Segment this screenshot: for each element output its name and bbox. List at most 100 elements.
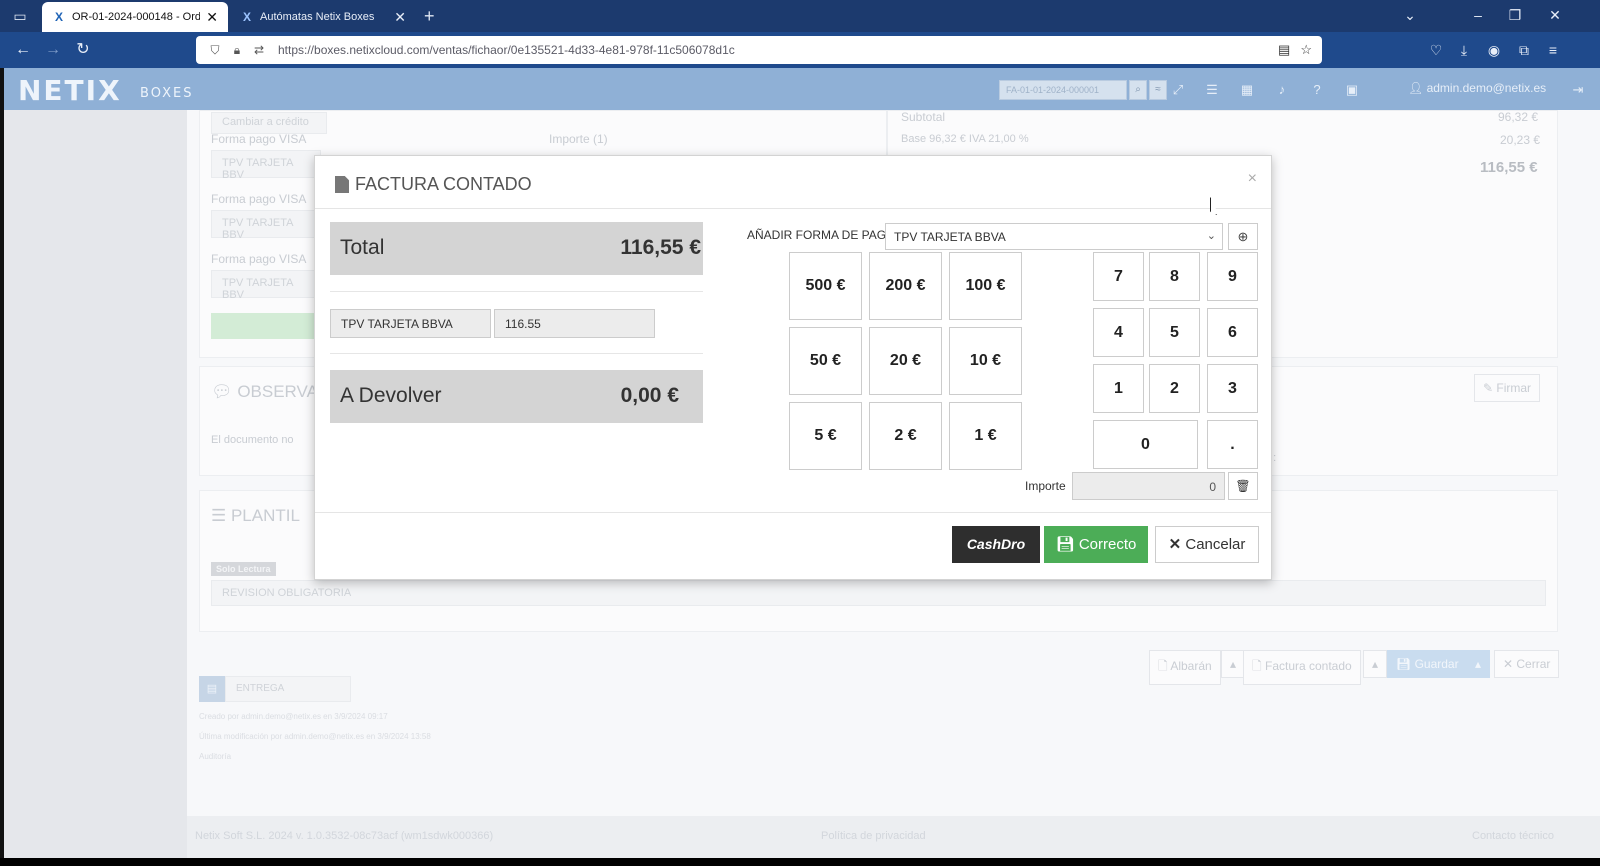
document-icon (335, 176, 349, 193)
payment-method-label: Forma pago VISA (211, 252, 307, 266)
restore-icon[interactable]: ❐ (1500, 4, 1530, 26)
user-menu[interactable]: 👤︎ admin.demo@netix.es (1408, 81, 1546, 95)
chevron-down-icon[interactable]: ⌄ (1395, 4, 1425, 26)
total-bg-value: 116,55 € (1480, 159, 1538, 176)
chevron-down-icon: ⌄ (1206, 230, 1216, 242)
payment-line-amount[interactable]: 116.55 (494, 309, 655, 338)
keypad-9[interactable]: 9 (1207, 252, 1258, 301)
delivery-note-button[interactable]: 🗋︎ Albarán (1149, 650, 1221, 685)
keypad-8[interactable]: 8 (1149, 252, 1200, 301)
cancel-button[interactable]: ✕ Cancelar (1155, 526, 1259, 563)
close-button[interactable]: ✕ Cerrar (1494, 650, 1560, 678)
delivery-note-dropdown[interactable]: ▴ (1221, 650, 1246, 678)
reader-view-icon[interactable]: ▤ (1278, 42, 1290, 58)
payment-method-select[interactable]: TPV TARJETA BBV (211, 210, 321, 241)
browser-tab-inactive[interactable]: X Autómatas Netix Boxes ✕ (230, 2, 416, 32)
logout-icon[interactable]: ⇥ (1568, 80, 1588, 100)
keypad-0[interactable]: 0 (1093, 420, 1198, 469)
payment-method-select[interactable]: TPV TARJETA BBV (211, 270, 321, 301)
delivery-note-label: Albarán (1170, 659, 1212, 673)
observations-heading: 💬︎ OBSERVA (211, 382, 318, 401)
modal-close-icon[interactable]: × (1248, 170, 1257, 188)
minimize-icon[interactable]: – (1463, 4, 1493, 26)
search-icon[interactable]: ⌕ (1129, 80, 1147, 100)
money-5-button[interactable]: 5 € (789, 402, 862, 470)
new-tab-icon[interactable]: + (424, 6, 435, 26)
tech-contact-link[interactable]: Contacto técnico (1472, 830, 1554, 842)
forward-icon[interactable]: → (42, 40, 64, 60)
money-2-button[interactable]: 2 € (869, 402, 942, 470)
privacy-link[interactable]: Política de privacidad (821, 830, 926, 842)
keypad-3[interactable]: 3 (1207, 364, 1258, 413)
save-button[interactable]: 💾︎ Guardar (1387, 650, 1468, 678)
back-icon[interactable]: ← (12, 40, 34, 60)
confirm-button[interactable]: 💾︎ Correcto (1044, 526, 1148, 563)
pocket-icon[interactable]: ♡ (1425, 40, 1447, 60)
status-select[interactable]: ENTREGA (225, 676, 351, 702)
cashdro-button[interactable]: CashDro (952, 526, 1040, 563)
add-payment-bg-button[interactable] (211, 313, 321, 339)
save-label: Guardar (1414, 657, 1459, 671)
list-icon[interactable]: ☰ (1202, 80, 1222, 100)
money-20-button[interactable]: 20 € (869, 327, 942, 395)
money-200-button[interactable]: 200 € (869, 252, 942, 320)
modified-by-text: Última modificación por admin.demo@netix… (199, 732, 431, 741)
tab-list-icon[interactable]: ▭ (8, 6, 32, 26)
sign-label: Firmar (1496, 381, 1532, 395)
document-search-input[interactable]: FA-01-01-2024-000001 (999, 80, 1127, 100)
download-icon[interactable]: ⤓ (1453, 40, 1475, 60)
payment-method-select[interactable]: TPV TARJETA BBV (211, 150, 321, 181)
keypad-4[interactable]: 4 (1093, 308, 1144, 357)
cash-invoice-button[interactable]: 🗋︎ Factura contado (1243, 650, 1361, 685)
expand-icon[interactable]: ⤢ (1168, 80, 1188, 100)
save-dropdown[interactable]: ▴ (1466, 650, 1491, 678)
url-text[interactable]: https://boxes.netixcloud.com/ventas/fich… (278, 43, 1268, 57)
reload-icon[interactable]: ↻ (72, 40, 94, 60)
money-50-button[interactable]: 50 € (789, 327, 862, 395)
menu-icon[interactable]: ≡ (1542, 40, 1564, 60)
modal-title: FACTURA CONTADO (335, 174, 532, 195)
payment-method-label: Forma pago VISA (211, 192, 307, 206)
bell-icon[interactable]: ♪ (1272, 80, 1292, 100)
permissions-icon[interactable]: ⇄ (250, 43, 268, 57)
tab-close-icon[interactable]: ✕ (394, 10, 406, 24)
template-select[interactable]: REVISION OBLIGATORIA (211, 580, 1546, 606)
read-only-badge: Solo Lectura (211, 562, 276, 576)
tab-close-icon[interactable]: ✕ (206, 10, 218, 24)
audit-link[interactable]: Auditoría (199, 752, 231, 761)
total-box: Total 116,55 € (330, 222, 703, 275)
money-1-button[interactable]: 1 € (949, 402, 1022, 470)
sign-button[interactable]: ✎ Firmar (1474, 374, 1541, 402)
money-10-button[interactable]: 10 € (949, 327, 1022, 395)
window-close-icon[interactable]: ✕ (1540, 4, 1570, 26)
clear-amount-button[interactable]: 🗑︎ (1228, 472, 1258, 500)
payment-method-select[interactable]: TPV TARJETA BBVA ⌄ (885, 223, 1223, 250)
keypad-decimal[interactable]: . (1207, 420, 1258, 469)
save-icon: 💾︎ (1055, 536, 1075, 553)
keypad-5[interactable]: 5 (1149, 308, 1200, 357)
cash-invoice-dropdown[interactable]: ▴ (1363, 650, 1388, 678)
calendar-icon[interactable]: ▦ (1237, 80, 1257, 100)
netix-logo[interactable]: NETIX (18, 74, 122, 107)
amount-input[interactable]: 0 (1072, 472, 1225, 500)
keypad-1[interactable]: 1 (1093, 364, 1144, 413)
shield-icon[interactable]: ⛉ (206, 43, 224, 58)
keypad-2[interactable]: 2 (1149, 364, 1200, 413)
browser-nav-bar: ← → ↻ ⛉ 🔒︎ ⇄ https://boxes.netixcloud.co… (0, 32, 1600, 68)
bookmark-star-icon[interactable]: ☆ (1300, 42, 1312, 58)
keypad-6[interactable]: 6 (1207, 308, 1258, 357)
add-payment-button[interactable]: ⊕ (1228, 223, 1258, 250)
help-icon[interactable]: ? (1307, 80, 1327, 100)
money-100-button[interactable]: 100 € (949, 252, 1022, 320)
address-bar[interactable]: ⛉ 🔒︎ ⇄ https://boxes.netixcloud.com/vent… (196, 36, 1322, 64)
account-icon[interactable]: ◉ (1483, 40, 1505, 60)
rss-icon[interactable]: ≈ (1149, 80, 1167, 100)
total-label: Total (340, 236, 385, 259)
extensions-icon[interactable]: ⧉ (1513, 40, 1535, 60)
briefcase-icon[interactable]: ▣ (1342, 80, 1362, 100)
keypad-7[interactable]: 7 (1093, 252, 1144, 301)
money-500-button[interactable]: 500 € (789, 252, 862, 320)
browser-tab-active[interactable]: X OR-01-2024-000148 - Orden de ✕ (42, 2, 228, 32)
change-credit-button[interactable]: Cambiar a crédito (211, 112, 327, 134)
lock-icon[interactable]: 🔒︎ (228, 43, 246, 58)
